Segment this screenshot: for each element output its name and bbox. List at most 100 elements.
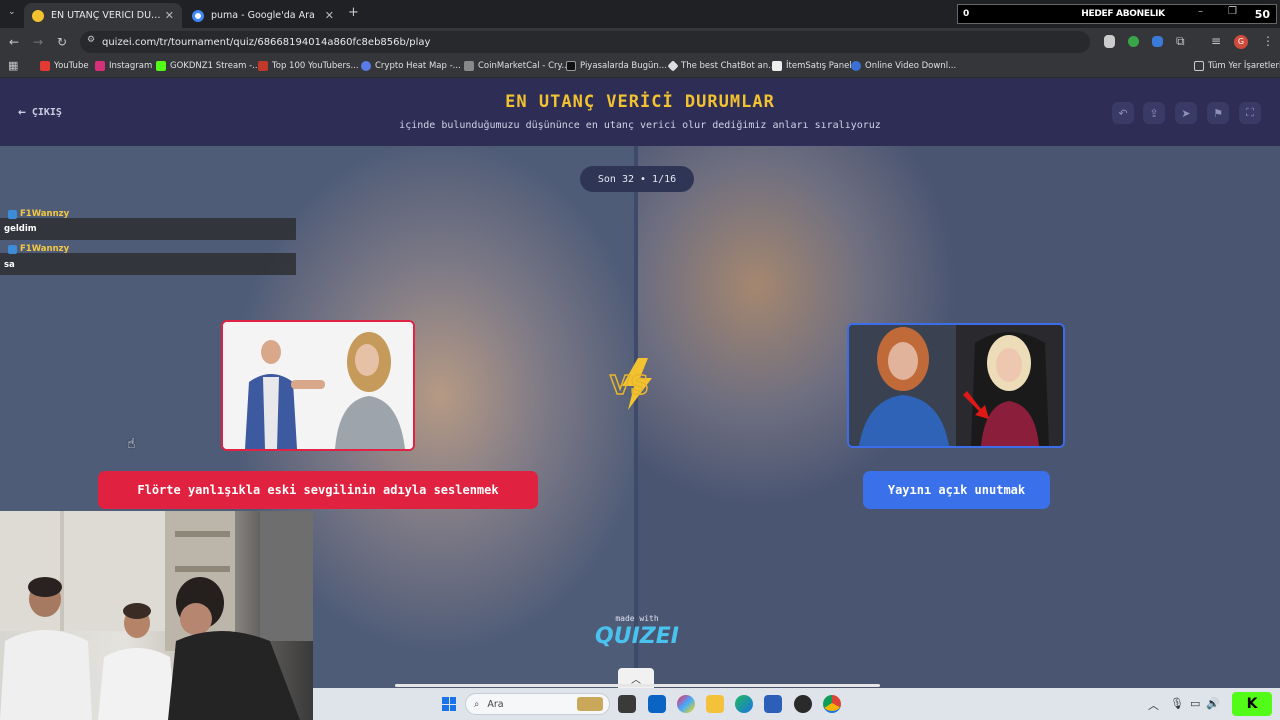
quizei-logo[interactable]: QUIZEI [586, 624, 688, 649]
file-explorer-icon[interactable] [706, 695, 724, 713]
page-scroll-indicator [395, 684, 880, 687]
round-badge: Son 32 • 1/16 [580, 166, 694, 192]
undo-icon[interactable]: ↶ [1112, 102, 1134, 124]
fullscreen-icon[interactable]: ⛶ [1239, 102, 1261, 124]
tab-quiz[interactable]: EN UTANÇ VERİCİ DURUMLAR ✕ [24, 3, 182, 28]
quiz-header: ← ÇIKIŞ EN UTANÇ VERİCİ DURUMLAR içinde … [0, 78, 1280, 146]
microphone-icon[interactable]: 🎙 [1170, 697, 1184, 710]
tab-label: EN UTANÇ VERİCİ DURUMLAR [51, 10, 161, 21]
chat-username: F1Wannzy [8, 244, 69, 254]
youtube-icon [40, 61, 50, 71]
center-divider [634, 146, 638, 688]
volume-icon[interactable]: 🔊 [1206, 697, 1220, 710]
send-icon[interactable]: ➤ [1175, 102, 1197, 124]
chat-message: sa [4, 260, 15, 270]
couple-photo [223, 322, 413, 449]
windows-start-icon[interactable] [442, 697, 456, 711]
bookmark-chatbot[interactable]: The best ChatBot an... [667, 60, 776, 72]
google-favicon-icon [192, 9, 204, 22]
address-bar[interactable]: ⚙ quizei.com/tr/tournament/quiz/68668194… [80, 31, 1090, 53]
share-icon[interactable]: ⇪ [1143, 102, 1165, 124]
page-title: EN UTANÇ VERİCİ DURUMLAR [505, 92, 775, 112]
taskbar-search-input[interactable]: ⌕ Ara [465, 693, 610, 715]
task-view-icon[interactable] [618, 695, 636, 713]
network-icon[interactable]: ▭ [1190, 697, 1200, 710]
versus-emblem: VS [604, 356, 670, 412]
streamer-photo [849, 325, 1063, 446]
url-text: quizei.com/tr/tournament/quiz/6866819401… [102, 36, 431, 48]
chat-message-row [0, 218, 296, 240]
goal-target: 50 [1254, 7, 1270, 21]
chatbot-icon [667, 60, 679, 72]
close-tab-icon[interactable]: ✕ [325, 9, 334, 22]
left-option-button[interactable]: Flörte yanlışıkla eski sevgilinin adıyla… [98, 471, 538, 509]
extension-shield-icon[interactable] [1104, 35, 1115, 48]
chat-message-row [0, 253, 296, 275]
lightning-vs-icon: VS [609, 358, 652, 410]
kick-icon [156, 61, 166, 71]
bookmark-top-youtubers[interactable]: Top 100 YouTubers... [258, 61, 359, 71]
bookmark-instagram[interactable]: Instagram [95, 61, 152, 71]
bookmark-crypto-heatmap[interactable]: Crypto Heat Map -... [361, 61, 461, 71]
chat-username: F1Wannzy [8, 209, 69, 219]
goal-current: 0 [963, 9, 970, 19]
back-icon[interactable]: ← [9, 35, 19, 49]
forward-icon[interactable]: → [33, 35, 43, 49]
new-tab-icon[interactable]: + [348, 5, 359, 20]
outlook-icon[interactable] [648, 695, 666, 713]
vs-text: VS [610, 371, 649, 401]
restore-icon[interactable]: ❐ [1228, 6, 1237, 17]
folder-icon [1194, 61, 1204, 71]
chrome-icon[interactable] [823, 695, 841, 713]
bookmark-kick[interactable]: GOKDNZ1 Stream -... [156, 61, 260, 71]
panel-icon [772, 61, 782, 71]
news-icon [566, 61, 576, 71]
bookmark-coinmarketcal[interactable]: CoinMarketCal - Cry... [464, 61, 569, 71]
all-bookmarks-folder[interactable]: Tüm Yer İşaretleri [1194, 61, 1280, 71]
extensions-puzzle-icon[interactable]: ⧉ [1176, 34, 1185, 49]
bookmark-video-downloader[interactable]: Online Video Downl... [851, 61, 956, 71]
hand-cursor-icon: ☝ [127, 436, 136, 452]
browser-menu-icon[interactable]: ⋮ [1262, 34, 1274, 48]
minimize-icon[interactable]: – [1198, 6, 1203, 17]
tab-strip: ⌄ EN UTANÇ VERİCİ DURUMLAR ✕ puma - Goog… [0, 0, 1280, 28]
webcam-overlay [0, 511, 313, 720]
tray-chevron-icon[interactable]: ︿ [1148, 697, 1159, 713]
reload-icon[interactable]: ↻ [57, 35, 67, 49]
chart-icon [258, 61, 268, 71]
quizei-favicon-icon [32, 9, 44, 22]
left-option-image[interactable] [221, 320, 415, 451]
tab-google[interactable]: puma - Google'da Ara ✕ [184, 3, 342, 28]
search-highlight-icon [577, 697, 603, 711]
edge-icon[interactable] [735, 695, 753, 713]
extension-leaf-icon[interactable] [1128, 36, 1139, 47]
made-with-label: made with [615, 614, 659, 623]
bookmark-youtube[interactable]: YouTube [40, 61, 89, 71]
site-info-icon[interactable]: ⚙ [87, 35, 95, 45]
profile-avatar[interactable]: G [1234, 35, 1248, 49]
search-icon: ⌕ [474, 698, 480, 710]
chat-message: geldim [4, 224, 37, 234]
chat-badge-icon [8, 244, 17, 254]
heatmap-icon [361, 61, 371, 71]
report-flag-icon[interactable]: ⚑ [1207, 102, 1229, 124]
goal-label: HEDEF ABONELIK [1081, 9, 1165, 19]
bookmark-piyasalar[interactable]: Piyasalarda Bugün... [566, 61, 667, 71]
download-icon [851, 61, 861, 71]
bookmark-itemsatis[interactable]: İtemSatış Panel [772, 61, 852, 71]
apps-grid-icon[interactable]: ▦ [8, 59, 18, 72]
store-icon[interactable] [764, 695, 782, 713]
calendar-icon [464, 61, 474, 71]
tab-search-icon[interactable]: ⌄ [8, 7, 16, 17]
kick-logo-icon: K [1232, 692, 1272, 716]
instagram-icon [95, 61, 105, 71]
chat-badge-icon [8, 209, 17, 219]
obs-icon[interactable] [794, 695, 812, 713]
right-option-image[interactable] [847, 323, 1065, 448]
media-controls-icon[interactable]: ≡ [1211, 34, 1221, 48]
close-tab-icon[interactable]: ✕ [165, 9, 174, 22]
right-option-button[interactable]: Yayını açık unutmak [863, 471, 1050, 509]
copilot-icon[interactable] [677, 695, 695, 713]
extension-grid-icon[interactable] [1152, 36, 1163, 47]
bookmarks-bar: ▦ YouTube Instagram GOKDNZ1 Stream -... … [0, 56, 1280, 78]
